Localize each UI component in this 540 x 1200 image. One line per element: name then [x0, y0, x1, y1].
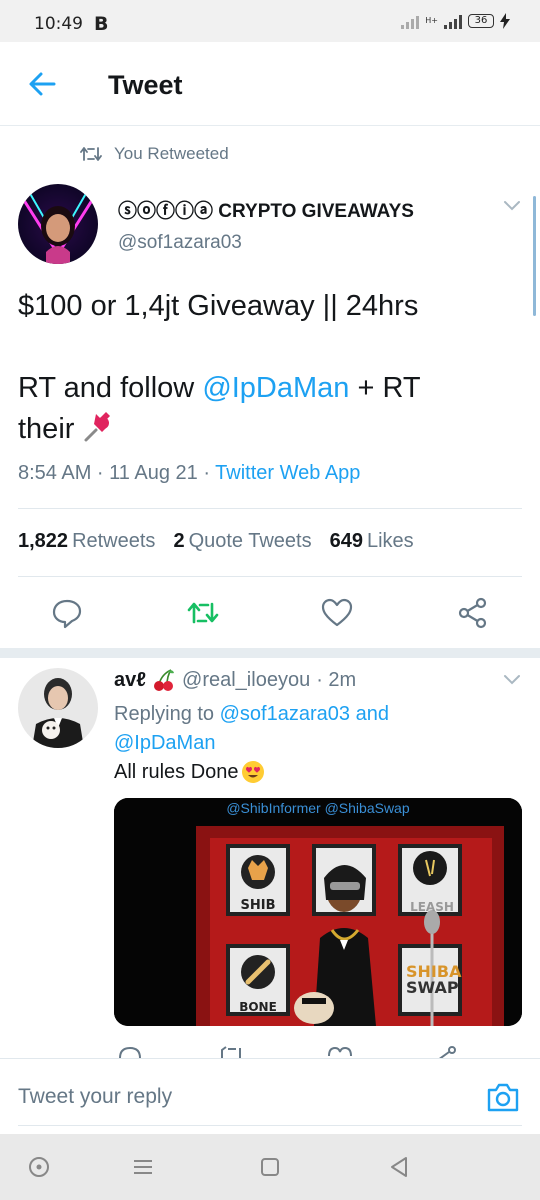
pushpin-icon [84, 412, 111, 442]
reply-time: · 2m [316, 668, 357, 691]
tweet-text: $100 or 1,4jt Giveaway || 24hrs RT and f… [18, 286, 498, 450]
share-icon[interactable] [456, 596, 490, 630]
tweet-text-line1: $100 or 1,4jt Giveaway || 24hrs [18, 290, 419, 322]
replying-prefix: Replying to [114, 703, 220, 725]
retweets-count: 1,822 [18, 530, 69, 552]
tweet-stats: 1,822 Retweets 2 Quote Tweets 649 Likes [18, 530, 414, 553]
reply-action-bar [0, 1040, 540, 1058]
share-icon[interactable] [432, 1044, 460, 1058]
media-tile-label: LEASH [410, 900, 454, 914]
page-title: Tweet [108, 70, 183, 100]
retweet-context-label: You Retweeted [114, 144, 229, 163]
reply-icon[interactable] [116, 1044, 144, 1058]
tweet-timestamp: 8:54 AM · 11 Aug 21 · [18, 462, 216, 484]
scrollbar[interactable] [533, 196, 536, 316]
reply-input[interactable] [18, 1073, 458, 1121]
quotes-stat[interactable]: 2 Quote Tweets [173, 530, 311, 553]
assistant-dot-icon[interactable] [26, 1154, 52, 1180]
retweets-stat[interactable]: 1,822 Retweets [18, 530, 155, 553]
system-nav-bar [0, 1134, 540, 1200]
tweet-action-bar [0, 590, 540, 636]
sim1-signal-icon [401, 13, 420, 29]
media-tile-label: SHIB [240, 898, 276, 913]
reply-avatar-image [18, 668, 98, 748]
section-separator [0, 648, 540, 658]
network-type: H+ [425, 16, 438, 25]
menu-lines-icon[interactable] [130, 1154, 156, 1180]
heart-eyes-emoji-icon [241, 761, 264, 783]
back-triangle-icon[interactable] [386, 1154, 412, 1180]
media-caption: @ShibInformer @ShibaSwap [226, 800, 410, 816]
tweet-text-line3: their [18, 409, 498, 450]
tweet-text-line2-prefix: RT and follow [18, 372, 203, 404]
retweet-icon[interactable] [218, 1044, 246, 1058]
status-icons: H+ 36 [401, 13, 510, 29]
chevron-down-icon[interactable] [502, 198, 522, 212]
reply-media[interactable]: @ShibInformer @ShibaSwap SHIB LEASH BONE… [114, 798, 522, 1026]
heart-icon[interactable] [326, 1044, 354, 1058]
media-tile-label: SWAP [406, 978, 459, 997]
status-time: 10:49 [34, 14, 83, 34]
reply-text-body: All rules Done [114, 760, 239, 783]
reply-text: All rules Done [114, 760, 265, 784]
tweet-source-link[interactable]: Twitter Web App [215, 462, 360, 484]
status-bar: 10:49 B H+ 36 [0, 0, 540, 42]
author-handle[interactable]: @sof1azara03 [118, 232, 242, 254]
home-square-icon[interactable] [257, 1154, 283, 1180]
media-tile-label: BONE [239, 1000, 277, 1014]
charging-icon [500, 13, 510, 29]
reply-author-handle[interactable]: @real_iloeyou [182, 669, 310, 692]
media-image [114, 798, 522, 1026]
tweet-text-line2: RT and follow @IpDaMan + RT [18, 368, 498, 409]
reply-icon[interactable] [50, 596, 84, 630]
replying-to: Replying to @sof1azara03 and @IpDaMan [114, 700, 494, 758]
notification-letter: B [94, 13, 109, 35]
replying-and[interactable]: and [350, 703, 389, 725]
reply-avatar[interactable] [18, 668, 98, 748]
likes-stat[interactable]: 649 Likes [330, 530, 414, 553]
cherry-icon [154, 669, 175, 691]
author-name[interactable]: ⓢⓞⓕⓘⓐ CRYPTO GIVEAWAYS [118, 196, 414, 223]
battery-icon: 36 [468, 14, 494, 28]
quotes-label: Quote Tweets [188, 530, 312, 552]
heart-icon[interactable] [320, 596, 354, 630]
divider [18, 508, 522, 509]
reply-author-name[interactable]: avℓ [114, 669, 146, 692]
quotes-count: 2 [173, 530, 185, 552]
camera-icon[interactable] [486, 1081, 520, 1113]
likes-label: Likes [366, 530, 414, 552]
retweet-active-icon[interactable] [186, 596, 220, 630]
retweet-icon [80, 147, 102, 161]
tweet-text-line2-suffix: + RT [349, 372, 421, 404]
tweet-text-blank [18, 327, 498, 368]
tweet-text-line3-word: their [18, 413, 75, 445]
replying-mention-2[interactable]: @IpDaMan [114, 732, 215, 754]
chevron-down-icon[interactable] [502, 672, 522, 686]
replying-mention-1[interactable]: @sof1azara03 [220, 703, 350, 725]
composer-underline [18, 1125, 522, 1126]
divider [18, 576, 522, 577]
mention-link[interactable]: @IpDaMan [202, 372, 349, 404]
likes-count: 649 [329, 530, 363, 552]
retweet-context: You Retweeted [80, 144, 229, 164]
author-avatar-image [18, 184, 98, 264]
app-header: Tweet [0, 42, 540, 126]
author-avatar[interactable] [18, 184, 98, 264]
reply-composer [0, 1058, 540, 1134]
sim2-signal-icon [444, 13, 462, 29]
arrow-left-icon[interactable] [24, 66, 60, 102]
reply-header: avℓ @real_iloeyou · 2m [114, 668, 356, 692]
retweets-label: Retweets [72, 530, 156, 552]
tweet-meta: 8:54 AM · 11 Aug 21 · Twitter Web App [18, 462, 360, 485]
